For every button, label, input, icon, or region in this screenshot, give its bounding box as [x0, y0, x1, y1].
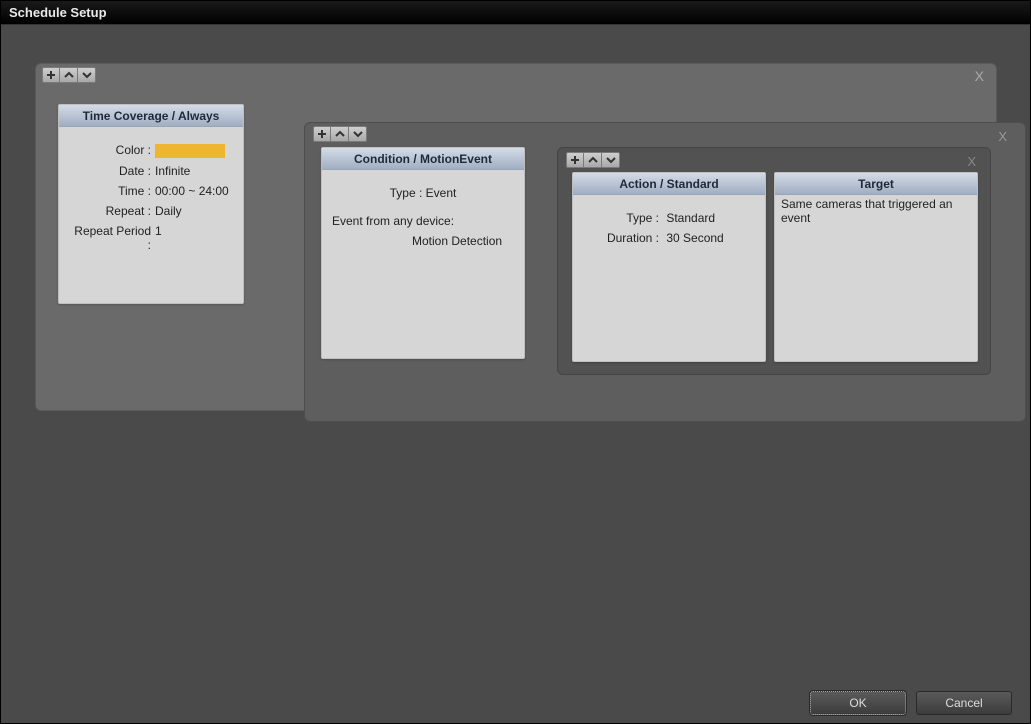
chevron-down-icon[interactable] — [349, 126, 367, 142]
action-duration-value: 30 Second — [666, 231, 723, 245]
action-card[interactable]: Action / Standard Type : Standard Durati… — [572, 172, 766, 362]
close-icon[interactable]: X — [967, 154, 976, 169]
date-label: Date : — [69, 164, 155, 178]
cancel-button[interactable]: Cancel — [916, 691, 1012, 715]
time-value: 00:00 ~ 24:00 — [155, 184, 233, 198]
target-text: Same cameras that triggered an event — [775, 195, 977, 227]
ok-button[interactable]: OK — [810, 691, 906, 715]
cond-type-value: Event — [426, 186, 457, 200]
action-header: Action / Standard — [573, 173, 765, 195]
add-icon[interactable] — [42, 67, 60, 83]
time-coverage-body: Color : Date :Infinite Time :00:00 ~ 24:… — [59, 127, 243, 268]
action-type-label: Type : — [601, 211, 663, 225]
add-icon[interactable] — [566, 152, 584, 168]
action-body: Type : Standard Duration : 30 Second — [573, 195, 765, 261]
condition-body: Type : Event Event from any device: Moti… — [322, 170, 524, 264]
cond-source-line: Event from any device: — [332, 214, 514, 228]
color-label: Color : — [69, 143, 155, 158]
inner-tabstrip — [566, 152, 620, 168]
action-type-value: Standard — [666, 211, 715, 225]
outer-panel: X Time Coverage / Always Color : Date :I… — [35, 63, 997, 411]
color-swatch — [155, 144, 225, 158]
inner-panel: X Action / Standard Type : Standard Dura… — [557, 147, 991, 375]
middle-panel: X Condition / MotionEvent Type : Event E… — [304, 122, 1026, 422]
repeat-label: Repeat : — [69, 204, 155, 218]
date-value: Infinite — [155, 164, 233, 178]
chevron-up-icon[interactable] — [60, 67, 78, 83]
content-area: X Time Coverage / Always Color : Date :I… — [1, 25, 1030, 683]
outer-tabstrip — [42, 67, 96, 83]
cond-source-detail: Motion Detection — [332, 234, 514, 248]
window-title: Schedule Setup — [1, 1, 1030, 25]
cond-type-label: Type : — [390, 186, 423, 200]
window: Schedule Setup X Time Coverage / Always … — [0, 0, 1031, 724]
close-icon[interactable]: X — [998, 129, 1007, 144]
time-label: Time : — [69, 184, 155, 198]
middle-tabstrip — [313, 126, 367, 142]
chevron-down-icon[interactable] — [602, 152, 620, 168]
time-coverage-header: Time Coverage / Always — [59, 105, 243, 127]
chevron-up-icon[interactable] — [331, 126, 349, 142]
repeat-period-label: Repeat Period : — [69, 224, 155, 252]
footer: OK Cancel — [1, 683, 1030, 723]
target-card[interactable]: Target Same cameras that triggered an ev… — [774, 172, 978, 362]
condition-card[interactable]: Condition / MotionEvent Type : Event Eve… — [321, 147, 525, 359]
repeat-period-value: 1 — [155, 224, 233, 252]
close-icon[interactable]: X — [975, 68, 984, 84]
condition-header: Condition / MotionEvent — [322, 148, 524, 170]
repeat-value: Daily — [155, 204, 233, 218]
target-header: Target — [775, 173, 977, 195]
add-icon[interactable] — [313, 126, 331, 142]
chevron-down-icon[interactable] — [78, 67, 96, 83]
time-coverage-card[interactable]: Time Coverage / Always Color : Date :Inf… — [58, 104, 244, 304]
action-duration-label: Duration : — [601, 231, 663, 245]
chevron-up-icon[interactable] — [584, 152, 602, 168]
